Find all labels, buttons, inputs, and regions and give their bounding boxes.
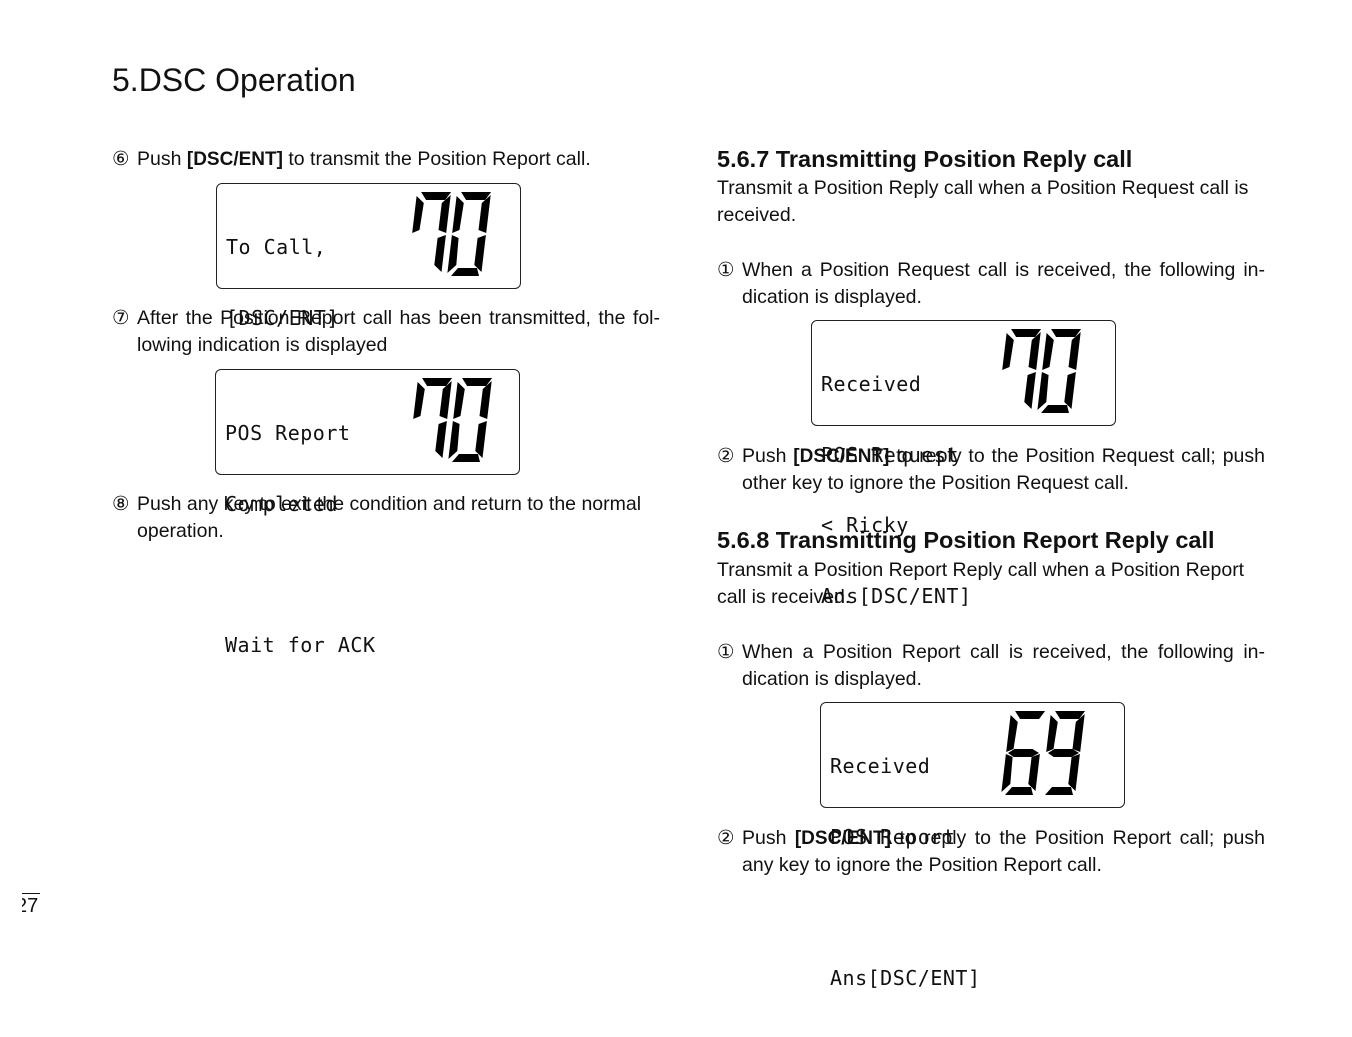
segment-f: [452, 196, 464, 233]
dsc-ent-key: [DSC/ENT]: [794, 828, 891, 849]
dsc-ent-key: [DSC/ENT]: [186, 149, 283, 170]
seven-segment-digit: [412, 192, 452, 272]
seven-segment-digit: [1001, 711, 1046, 795]
seven-segment-digit: [447, 192, 492, 276]
segment-f: [1046, 715, 1058, 752]
segment-e: [448, 421, 460, 459]
segment-c: [435, 421, 447, 458]
page-title: 5.DSC Operation: [112, 62, 356, 98]
segment-c: [474, 235, 486, 272]
lcd-display-received-pos-request: Received POS Request < Ricky Ans[DSC/ENT…: [811, 320, 1116, 607]
channel-digits: [1001, 711, 1086, 795]
dsc-ent-key: [DSC/ENT]: [793, 446, 890, 467]
segment-f: [412, 196, 424, 233]
segment-a: [1015, 711, 1046, 719]
lcd-display-pos-report-completed: POS Report Completed Wait for ACK: [215, 369, 520, 656]
seven-segment-digit: [1037, 329, 1082, 413]
section-intro: Transmit a Position Reply call when a Po…: [717, 177, 1249, 226]
step-6: ⑥ Push [DSC/ENT] to transmit the Positio…: [112, 146, 672, 173]
section-heading-5-6-8: 5.6.8 Transmitting Position Report Reply…: [717, 527, 1215, 553]
section2-step-2: ② Push [DSC/ENT] to reply to the Positio…: [717, 827, 1265, 876]
step-7: ⑦ After the Position Report call has bee…: [112, 307, 660, 356]
segment-f: [453, 382, 465, 419]
segment-b: [438, 195, 451, 233]
segment-b: [479, 381, 492, 419]
segment-b: [439, 381, 452, 419]
segment-f: [1006, 715, 1018, 752]
segment-c: [475, 421, 487, 458]
segment-d: [1045, 787, 1073, 795]
channel-digits: [413, 378, 493, 462]
segment-g: [1008, 749, 1039, 757]
segment-d: [452, 454, 480, 462]
channel-digits: [1002, 329, 1082, 413]
section-intro: Transmit a Position Report Reply call wh…: [717, 559, 1245, 608]
seven-segment-digit: [1045, 711, 1086, 795]
segment-d: [451, 268, 479, 276]
segment-f: [413, 382, 425, 419]
seven-segment-digit: [1002, 329, 1042, 409]
step-8: ⑧ Push any key to exit the condition and…: [112, 493, 642, 542]
segment-c: [434, 235, 446, 272]
lcd-display-received-pos-report: Received POS Report Ans[DSC/ENT]: [820, 702, 1125, 989]
segment-d: [1005, 787, 1033, 795]
segment-c: [1028, 754, 1040, 791]
segment-e: [1001, 754, 1013, 792]
segment-b: [1028, 332, 1041, 370]
segment-e: [1037, 372, 1049, 410]
segment-c: [1024, 372, 1036, 409]
page-number: 27: [22, 893, 40, 917]
seven-segment-digit: [448, 378, 493, 462]
seven-segment-digit: [413, 378, 453, 458]
segment-b: [478, 195, 491, 233]
segment-g: [1048, 749, 1079, 757]
step-number: ⑥: [112, 148, 130, 170]
channel-digits: [412, 192, 492, 276]
lcd-display-to-call: To Call, [DSC/ENT] To Cancel [other]: [216, 183, 521, 470]
segment-d: [1041, 405, 1069, 413]
segment-b: [1068, 332, 1081, 370]
segment-f: [1002, 333, 1014, 370]
segment-c: [1068, 754, 1080, 791]
section2-step-1: ① When a Position Report call is receive…: [717, 641, 1265, 690]
segment-c: [1064, 372, 1076, 409]
segment-f: [1042, 333, 1054, 370]
segment-e: [447, 235, 459, 273]
segment-b: [1072, 714, 1085, 752]
section1-step-1: ① When a Position Request call is receiv…: [717, 259, 1265, 308]
section-heading-5-6-7: 5.6.7 Transmitting Position Reply call: [717, 146, 1133, 172]
section1-step-2: ② Push [DSC/ENT] to reply to the Positio…: [717, 445, 1265, 494]
